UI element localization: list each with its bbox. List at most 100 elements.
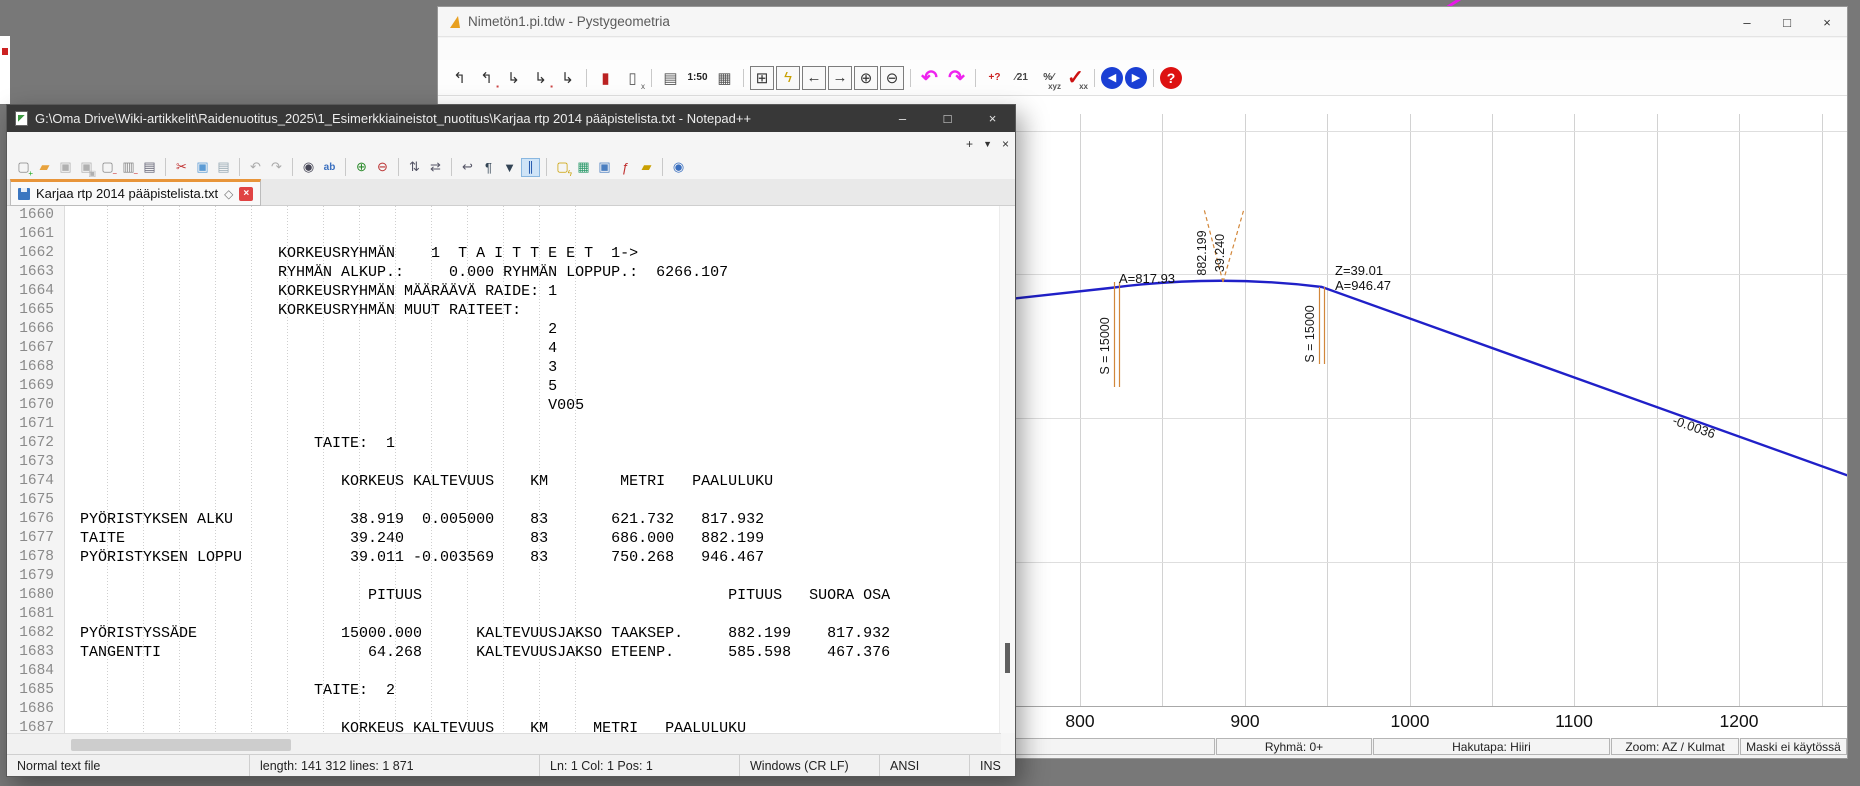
open-file-2-button[interactable]: ↰ ▪ — [474, 65, 499, 90]
save-button[interactable]: ▣ — [56, 158, 75, 177]
paste-button[interactable]: ▤ — [214, 158, 233, 177]
zoom-in-button[interactable]: ⊕ — [854, 66, 878, 90]
line-text[interactable]: KORKEUSRYHMÄN MÄÄRÄÄVÄ RAIDE: 1 — [71, 282, 557, 301]
tab-list-dropdown[interactable]: ▼ — [983, 139, 992, 149]
function-list-button[interactable]: ƒ — [616, 158, 635, 177]
vertical-scrollbar[interactable] — [999, 206, 1015, 733]
status-encoding[interactable]: ANSI — [880, 755, 970, 776]
line-text[interactable]: PITUUS PITUUS SUORA OSA — [71, 586, 890, 605]
sync-horizontal-button[interactable]: ⇄ — [426, 158, 445, 177]
copy-button[interactable]: ▣ — [193, 158, 212, 177]
zoom-out-button[interactable]: ⊖ — [373, 158, 392, 177]
dynamic-zoom-button[interactable]: ϟ — [776, 66, 800, 90]
plot-frame-button[interactable]: ▦ — [712, 65, 737, 90]
notepadpp-titlebar[interactable]: G:\Oma Drive\Wiki-artikkelit\Raidenuotit… — [7, 105, 1015, 132]
vertical-scrollbar-thumb[interactable] — [1005, 643, 1010, 673]
show-symbol-dropdown[interactable]: ▼ — [500, 158, 519, 177]
open-file-button[interactable]: ↰ — [447, 65, 472, 90]
find-button[interactable]: ◉ — [299, 158, 318, 177]
doc-close-button[interactable]: ▯ x — [620, 65, 645, 90]
line-text[interactable]: V005 — [71, 396, 584, 415]
help-button[interactable]: ? — [1160, 67, 1182, 89]
line-text[interactable]: 5 — [71, 377, 557, 396]
zoom-out-button[interactable]: ⊖ — [880, 66, 904, 90]
prev-element-button[interactable]: ◀ — [1101, 67, 1123, 89]
close-all-button[interactable]: ▥ − — [119, 158, 138, 177]
close-tab-button-small[interactable]: × — [1002, 137, 1009, 151]
line-text[interactable]: TAITE: 2 — [71, 681, 395, 700]
new-tab-button[interactable]: + — [966, 137, 973, 151]
save-file-2-button[interactable]: ↳ ▪ — [528, 65, 553, 90]
line-text[interactable]: TANGENTTI 64.268 KALTEVUUSJAKSO ETEENP. … — [71, 643, 890, 662]
show-all-chars-button[interactable]: ¶ — [479, 158, 498, 177]
word-wrap-button[interactable]: ↩ — [458, 158, 477, 177]
next-element-button[interactable]: ▶ — [1125, 67, 1147, 89]
line-text[interactable]: 3 — [71, 358, 557, 377]
close-button[interactable]: × — [1807, 7, 1847, 37]
pan-left-button[interactable]: ← — [802, 66, 826, 90]
sync-vertical-button[interactable]: ⇅ — [405, 158, 424, 177]
toolbar-button-glyph: ⊖ — [377, 159, 388, 175]
line-text[interactable]: PYÖRISTYSSÄDE 15000.000 KALTEVUUSJAKSO T… — [71, 624, 890, 643]
close-button[interactable]: × — [970, 105, 1015, 132]
status-eol-format[interactable]: Windows (CR LF) — [740, 755, 880, 776]
line-text[interactable]: PYÖRISTYKSEN LOPPU 39.011 -0.003569 83 7… — [71, 548, 764, 567]
horizontal-scrollbar-thumb[interactable] — [71, 739, 291, 751]
export-file-button[interactable]: ↳ — [555, 65, 580, 90]
zoom-in-button[interactable]: ⊕ — [352, 158, 371, 177]
line-text[interactable]: PYÖRISTYKSEN ALKU 38.919 0.005000 83 621… — [71, 510, 764, 529]
indent-guide-button[interactable]: ∥ — [521, 158, 540, 177]
save-file-button[interactable]: ↳ — [501, 65, 526, 90]
check-geometry-button[interactable]: ✓ xx — [1063, 65, 1088, 90]
pin-tab-icon[interactable]: ◇ — [224, 187, 233, 201]
minimize-button[interactable]: – — [1727, 7, 1767, 37]
red-book-button[interactable]: ▮ — [593, 65, 618, 90]
view-eye-button[interactable]: ◉ — [669, 158, 688, 177]
print-button[interactable]: ▤ — [140, 158, 159, 177]
close-tab-button[interactable]: × — [239, 187, 253, 201]
macro-doc-button[interactable]: ▢ ϟ — [553, 158, 572, 177]
line-number: 1667 — [7, 339, 65, 358]
cut-button[interactable]: ✂ — [172, 158, 191, 177]
status-insert-mode[interactable]: INS — [970, 755, 1015, 776]
scale-1-50-button[interactable]: 1:50 — [685, 65, 710, 90]
close-file-button[interactable]: ▢ − — [98, 158, 117, 177]
line-number: 1662 — [7, 244, 65, 263]
text-editor[interactable]: 1660 1661 1662 KORKEUSRYHMÄN 1 T A I T T… — [7, 206, 1001, 733]
document-map-button[interactable]: ▣ — [595, 158, 614, 177]
line-text[interactable]: KORKEUS KALTEVUUS KM METRI PAALULUKU — [71, 472, 773, 491]
query-point-button[interactable]: +? — [982, 65, 1007, 90]
toolbar-button-badge: + — [28, 170, 33, 178]
line-text[interactable]: 4 — [71, 339, 557, 358]
folder-workspace-button[interactable]: ▰ — [637, 158, 656, 177]
line-text[interactable]: RYHMÄN ALKUP.: 0.000 RYHMÄN LOPPUP.: 626… — [71, 263, 728, 282]
redo-button[interactable]: ↷ — [944, 65, 969, 90]
redo-button[interactable]: ↷ — [267, 158, 286, 177]
horizontal-scrollbar[interactable] — [7, 733, 1001, 756]
tab-karjaa-rtp-2014[interactable]: Karjaa rtp 2014 pääpistelista.txt ◇ × — [10, 179, 261, 206]
pystygeometria-toolbar: ↰ ↰ ▪ ↳ ↳ ▪ ↳ ▮ ▯ — [438, 60, 1847, 96]
undo-button[interactable]: ↶ — [917, 65, 942, 90]
print-button[interactable]: ▤ — [658, 65, 683, 90]
open-file-button[interactable]: ▰ — [35, 158, 54, 177]
maximize-button[interactable]: □ — [925, 105, 970, 132]
pystygeometria-titlebar[interactable]: Nimetön1.pi.tdw - Pystygeometria – □ × — [438, 7, 1847, 37]
line-text[interactable]: KORKEUS KALTEVUUS KM METRI PAALULUKU — [71, 719, 746, 733]
xyz-measure-button[interactable]: %∕ xyz — [1036, 65, 1061, 90]
monitor-button[interactable]: ▦ — [574, 158, 593, 177]
save-all-button[interactable]: ▣ ▣ — [77, 158, 96, 177]
new-file-button[interactable]: ▢ + — [14, 158, 33, 177]
minimize-button[interactable]: – — [880, 105, 925, 132]
line-text[interactable]: TAITE 39.240 83 686.000 882.199 — [71, 529, 764, 548]
maximize-button[interactable]: □ — [1767, 7, 1807, 37]
fit-view-button[interactable]: ⊞ — [750, 66, 774, 90]
line-text[interactable]: KORKEUSRYHMÄN 1 T A I T T E E T 1-> — [71, 244, 638, 263]
point-number-button[interactable]: ∕21 — [1009, 65, 1034, 90]
pan-right-button[interactable]: → — [828, 66, 852, 90]
line-text[interactable]: TAITE: 1 — [71, 434, 395, 453]
replace-button[interactable]: ab — [320, 158, 339, 177]
line-number: 1684 — [7, 662, 65, 681]
line-text[interactable]: KORKEUSRYHMÄN MUUT RAITEET: — [71, 301, 521, 320]
undo-button[interactable]: ↶ — [246, 158, 265, 177]
line-text[interactable]: 2 — [71, 320, 557, 339]
